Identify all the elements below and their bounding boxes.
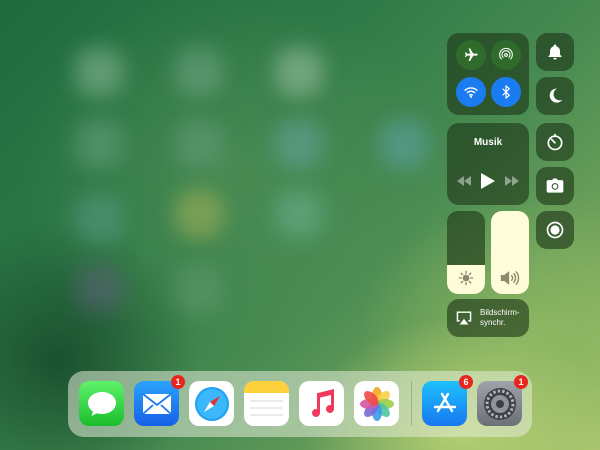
mail-app-icon[interactable]: 1 <box>134 375 185 426</box>
photos-icon <box>359 386 394 421</box>
screen-mirroring-button[interactable]: Bildschirm- synchr. <box>447 299 529 337</box>
fast-forward-icon[interactable] <box>505 176 519 186</box>
notes-icon <box>244 381 289 416</box>
blurred-home-icon <box>175 48 223 96</box>
mail-badge: 1 <box>171 375 185 389</box>
sun-icon <box>458 270 474 286</box>
volume-slider[interactable] <box>491 211 529 294</box>
timer-button[interactable] <box>536 123 574 161</box>
wifi-toggle[interactable] <box>456 77 486 107</box>
blurred-home-icon <box>380 120 428 168</box>
moon-icon <box>549 88 563 103</box>
settings-badge: 1 <box>514 375 528 389</box>
play-icon[interactable] <box>481 173 495 189</box>
blurred-home-icon <box>75 195 123 243</box>
do-not-disturb-button[interactable] <box>536 77 574 115</box>
silent-mode-button[interactable] <box>536 33 574 71</box>
speaker-icon <box>500 271 520 285</box>
mail-icon <box>141 392 172 415</box>
camera-icon <box>546 178 564 193</box>
blurred-home-icon <box>175 190 223 238</box>
app-store-icon <box>433 392 456 412</box>
blurred-home-icon <box>75 120 123 168</box>
airplane-mode-toggle[interactable] <box>456 40 486 70</box>
app-store-app-icon[interactable]: 6 <box>422 375 473 426</box>
photos-app-icon[interactable] <box>354 381 399 426</box>
dock-divider <box>411 381 412 426</box>
music-panel[interactable]: Musik <box>447 123 529 205</box>
music-title: Musik <box>473 137 503 148</box>
blurred-home-icon <box>75 265 123 313</box>
airdrop-icon <box>499 47 513 60</box>
screen-record-button[interactable] <box>536 211 574 249</box>
airplay-icon <box>456 311 472 325</box>
airdrop-toggle[interactable] <box>491 40 521 70</box>
blurred-home-icon <box>175 265 223 313</box>
timer-icon <box>547 133 563 151</box>
record-icon <box>546 221 564 239</box>
camera-button[interactable] <box>536 167 574 205</box>
blurred-home-icon <box>275 190 323 238</box>
brightness-slider[interactable] <box>447 211 485 294</box>
settings-icon <box>483 387 516 420</box>
airplane-icon <box>465 48 478 61</box>
music-app-icon[interactable] <box>299 381 344 426</box>
blurred-home-icon <box>175 120 223 168</box>
messages-app-icon[interactable] <box>79 381 124 426</box>
screen-mirroring-label: Bildschirm- synchr. <box>480 308 520 327</box>
settings-app-icon[interactable]: 1 <box>477 375 528 426</box>
safari-app-icon[interactable] <box>189 381 234 426</box>
blurred-home-icon <box>275 48 323 96</box>
safari-icon <box>194 386 229 421</box>
music-controls <box>447 173 529 189</box>
wifi-icon <box>464 87 478 98</box>
app-store-badge: 6 <box>459 375 473 389</box>
bluetooth-icon <box>502 85 510 99</box>
messages-icon <box>87 391 116 416</box>
blurred-home-icon <box>275 120 323 168</box>
bluetooth-toggle[interactable] <box>491 77 521 107</box>
bell-icon <box>548 44 562 60</box>
connectivity-panel[interactable] <box>447 33 529 115</box>
notes-app-icon[interactable] <box>244 381 289 426</box>
dock: 1 6 1 <box>68 371 532 437</box>
rewind-icon[interactable] <box>457 176 471 186</box>
blurred-home-icon <box>75 48 123 96</box>
music-icon <box>311 388 334 417</box>
